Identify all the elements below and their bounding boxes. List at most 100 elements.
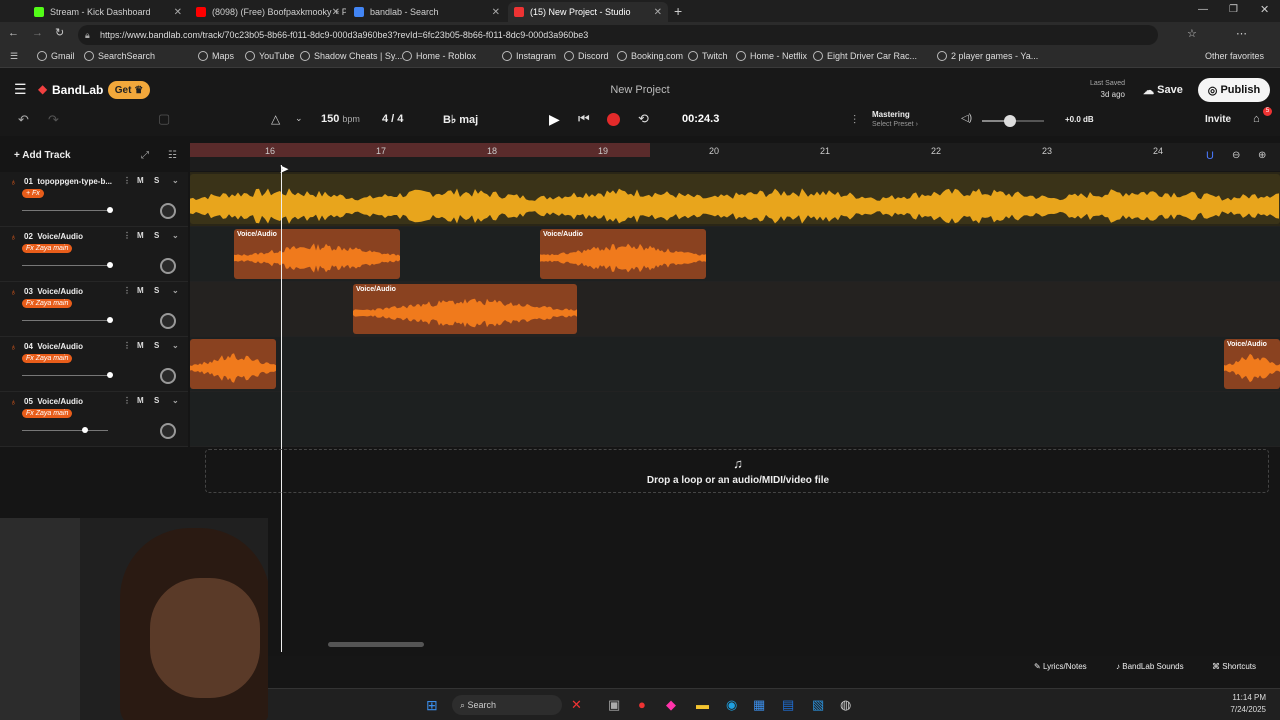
horizontal-scrollbar[interactable]: [328, 642, 424, 647]
chevron-down-icon[interactable]: ⌄: [172, 231, 179, 240]
menu-icon[interactable]: ☰: [10, 51, 18, 62]
bookmark-item[interactable]: Discord: [564, 51, 609, 61]
track-lane-01[interactable]: [190, 172, 1280, 227]
fx-badge[interactable]: + Fx: [22, 189, 44, 198]
zoom-in-icon[interactable]: ⊕: [1258, 150, 1266, 161]
track-name[interactable]: 04 Voice/Audio: [24, 342, 83, 351]
pan-knob[interactable]: [160, 258, 176, 274]
track-name[interactable]: 02 Voice/Audio: [24, 232, 83, 241]
refresh-icon[interactable]: ↻: [55, 26, 64, 39]
track-header[interactable]: ♁ 04 Voice/Audio Fx Zaya main ⋮ M S ⌄: [0, 337, 188, 392]
app-icon[interactable]: ▧: [812, 697, 824, 713]
metronome-icon[interactable]: △: [271, 112, 280, 126]
track-menu-icon[interactable]: ⋮: [123, 396, 131, 405]
solo-button[interactable]: S: [154, 176, 159, 185]
fx-badge[interactable]: Fx Zaya main: [22, 244, 73, 253]
drop-zone[interactable]: ♫ Drop a loop or an audio/MIDI/video fil…: [205, 449, 1269, 493]
track-volume-knob[interactable]: [107, 262, 113, 268]
zoom-out-icon[interactable]: ⊖: [1232, 150, 1240, 161]
bookmark-item[interactable]: Home - Netflix: [736, 51, 807, 61]
mastering-preset[interactable]: Select Preset ›: [872, 121, 918, 128]
pan-knob[interactable]: [160, 368, 176, 384]
track-menu-icon[interactable]: ⋮: [123, 176, 131, 185]
task-view-icon[interactable]: ▣: [608, 697, 620, 713]
bookmark-item[interactable]: Home - Roblox: [402, 51, 476, 61]
skip-back-icon[interactable]: ⏮︎: [578, 111, 590, 127]
fx-badge[interactable]: Fx Zaya main: [22, 299, 73, 308]
track-menu-icon[interactable]: ⋮: [123, 286, 131, 295]
other-favorites[interactable]: Other favorites: [1205, 51, 1264, 61]
track-lane-04[interactable]: Voice/Audio: [190, 337, 1280, 392]
app-icon[interactable]: ✕: [571, 697, 582, 713]
panel-icon[interactable]: ▢: [158, 111, 170, 127]
solo-button[interactable]: S: [154, 231, 159, 240]
pan-knob[interactable]: [160, 313, 176, 329]
tempo-field[interactable]: 150 bpm: [321, 113, 360, 125]
add-track-button[interactable]: + Add Track: [14, 150, 71, 161]
solo-button[interactable]: S: [154, 341, 159, 350]
time-signature-field[interactable]: 4 / 4: [382, 113, 403, 125]
master-volume-knob[interactable]: [1003, 115, 1016, 127]
save-button[interactable]: ☁ Save: [1134, 78, 1192, 102]
taskbar-search[interactable]: ⌕ Search: [452, 695, 562, 715]
loop-region[interactable]: [190, 143, 650, 157]
forward-icon[interactable]: →: [32, 27, 43, 39]
mute-button[interactable]: M: [137, 396, 144, 405]
track-lane-02[interactable]: Voice/Audio Voice/Audio: [190, 227, 1280, 282]
publish-button[interactable]: ◎ Publish: [1198, 78, 1270, 102]
more-icon[interactable]: ⋯: [1236, 27, 1247, 40]
clock-date[interactable]: 7/24/2025: [1206, 705, 1266, 714]
close-window-button[interactable]: ✕: [1260, 3, 1269, 16]
bandlab-sounds-button[interactable]: ♪ BandLab Sounds: [1116, 662, 1184, 671]
track-settings-icon[interactable]: ☷: [168, 150, 177, 161]
audio-clip[interactable]: [190, 339, 276, 389]
bookmark-item[interactable]: Instagram: [502, 51, 556, 61]
close-icon[interactable]: ✕: [492, 7, 500, 18]
speaker-icon[interactable]: ◁): [961, 113, 972, 124]
mute-button[interactable]: M: [137, 286, 144, 295]
bookmark-item[interactable]: YouTube: [245, 51, 294, 61]
tab-youtube[interactable]: (8098) (Free) Boofpaxkmooky + P ✕: [190, 2, 346, 22]
chevron-down-icon[interactable]: ⌄: [295, 113, 303, 124]
url-input[interactable]: 🔒︎ https://www.bandlab.com/track/70c23b05…: [78, 25, 1158, 45]
windows-start-icon[interactable]: ⊞: [426, 697, 438, 714]
track-volume-knob[interactable]: [82, 427, 88, 433]
tab-kick[interactable]: Stream - Kick Dashboard ✕: [28, 2, 188, 22]
bookmark-item[interactable]: Eight Driver Car Rac...: [813, 51, 917, 61]
outlook-icon[interactable]: ▤: [782, 697, 794, 713]
edge-icon[interactable]: ◉: [726, 697, 737, 713]
track-name[interactable]: 03 Voice/Audio: [24, 287, 83, 296]
track-volume-slider[interactable]: [22, 430, 108, 431]
track-volume-knob[interactable]: [107, 372, 113, 378]
track-header[interactable]: ♁ 03 Voice/Audio Fx Zaya main ⋮ M S ⌄: [0, 282, 188, 337]
track-header[interactable]: ♁ 02 Voice/Audio Fx Zaya main ⋮ M S ⌄: [0, 227, 188, 282]
minimize-button[interactable]: —: [1198, 4, 1208, 15]
audio-clip[interactable]: Voice/Audio: [1224, 339, 1280, 389]
close-icon[interactable]: ✕: [332, 7, 340, 18]
fx-badge[interactable]: Fx Zaya main: [22, 354, 73, 363]
track-header[interactable]: ♁ 05 Voice/Audio Fx Zaya main ⋮ M S ⌄: [0, 392, 188, 447]
track-header[interactable]: ♁ 01 topoppgen-type-b... + Fx ⋮ M S ⌄: [0, 172, 188, 227]
playhead[interactable]: [281, 165, 282, 652]
chevron-down-icon[interactable]: ⌄: [172, 286, 179, 295]
tab-search[interactable]: bandlab - Search ✕: [348, 2, 506, 22]
track-lane-03[interactable]: Voice/Audio: [190, 282, 1280, 337]
track-menu-icon[interactable]: ⋮: [123, 341, 131, 350]
copilot-icon[interactable]: ◆: [666, 697, 676, 713]
master-volume-slider[interactable]: [982, 115, 1044, 127]
bookmark-item[interactable]: Booking.com: [617, 51, 683, 61]
pan-knob[interactable]: [160, 203, 176, 219]
bookmark-item[interactable]: 2 player games - Ya...: [937, 51, 1038, 61]
mute-button[interactable]: M: [137, 176, 144, 185]
solo-button[interactable]: S: [154, 286, 159, 295]
invite-button[interactable]: Invite: [1205, 114, 1231, 125]
favorites-icon[interactable]: ☆: [1187, 27, 1197, 40]
steam-icon[interactable]: ◍: [840, 697, 851, 713]
file-explorer-icon[interactable]: ▬: [696, 697, 709, 712]
audio-clip[interactable]: [190, 174, 1280, 224]
lyrics-notes-button[interactable]: ✎ Lyrics/Notes: [1034, 662, 1087, 671]
track-volume-slider[interactable]: [22, 265, 108, 266]
audio-clip[interactable]: Voice/Audio: [540, 229, 706, 279]
solo-button[interactable]: S: [154, 396, 159, 405]
magnet-icon[interactable]: U: [1206, 150, 1214, 162]
